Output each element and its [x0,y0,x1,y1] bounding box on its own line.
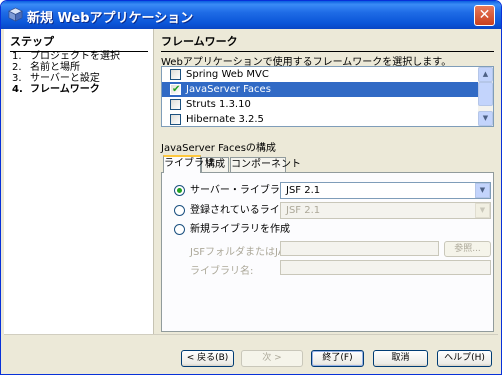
step-number: 1. [12,51,22,62]
step-item: 3. サーバーと設定 [12,73,152,84]
help-button[interactable]: ヘルプ(H) [437,350,492,367]
framework-list[interactable]: Spring Web MVC JavaServer Faces Struts 1… [161,66,494,127]
steps-list: 1. プロジェクトを選択 2. 名前と場所 3. サーバーと設定 4. フレームワーク [12,51,152,95]
button-bar: < 戻る(B) 次 > 終了(F) 取消 ヘルプ(H) [4,334,498,372]
server-library-select[interactable]: JSF 2.1 ▼ [280,182,491,199]
framework-label: Spring Web MVC [186,69,269,80]
close-button[interactable]: ✕ [474,5,495,26]
step-number: 3. [12,73,22,84]
framework-checkbox[interactable] [170,114,181,125]
registered-library-value: JSF 2.1 [286,205,321,216]
steps-header: ステップ [10,33,148,52]
app-cube-icon [8,7,23,22]
library-name-label: ライブラリ名: [190,266,254,277]
framework-checkbox[interactable] [170,69,181,80]
step-number: 4. [12,84,23,95]
framework-item-spring[interactable]: Spring Web MVC [162,67,480,82]
step-item: 2. 名前と場所 [12,62,152,73]
framework-label: Hibernate 3.2.5 [186,114,264,125]
cancel-button[interactable]: 取消 [373,350,428,367]
section-header: フレームワーク [161,33,494,52]
framework-item-jsf[interactable]: JavaServer Faces [162,82,480,97]
framework-checkbox-checked[interactable] [170,82,181,97]
wizard-body: ステップ 1. プロジェクトを選択 2. 名前と場所 3. サーバーと設定 4. フレー… [4,29,498,372]
scroll-down-icon[interactable]: ▼ [478,111,493,126]
main-content: フレームワーク Webアプリケーションで使用するフレームワークを選択します。 S… [159,29,496,334]
scroll-up-icon[interactable]: ▲ [478,67,493,82]
title-bar[interactable]: 新規 Webアプリケーション ✕ [1,1,501,29]
library-tab-panel: サーバー・ライブラリ: JSF 2.1 ▼ 登録されているライブラリ: JSF … [161,172,494,332]
framework-checkbox[interactable] [170,99,181,110]
steps-panel: ステップ 1. プロジェクトを選択 2. 名前と場所 3. サーバーと設定 4. フレー… [4,29,154,334]
step-label: プロジェクトを選択 [30,51,120,62]
step-label: サーバーと設定 [30,73,100,84]
step-label: フレームワーク [30,84,100,95]
tab-components[interactable]: コンポーネント [230,157,301,172]
tab-library[interactable]: ライブラリ [163,155,214,173]
framework-item-hibernate[interactable]: Hibernate 3.2.5 [162,112,480,126]
browse-button[interactable]: 参照... [444,241,491,257]
server-library-radio[interactable] [174,185,185,196]
step-number: 2. [12,62,22,73]
back-button[interactable]: < 戻る(B) [181,350,234,367]
new-library-label: 新規ライブラリを作成 [190,224,290,235]
framework-list-scrollbar[interactable]: ▲ ▼ [478,67,493,126]
next-button[interactable]: 次 > [241,350,303,367]
server-library-value: JSF 2.1 [286,185,321,196]
registered-library-select[interactable]: JSF 2.1 ▼ [280,202,491,219]
jar-path-field[interactable] [280,241,439,256]
wizard-window: 新規 Webアプリケーション ✕ ステップ 1. プロジェクトを選択 2. 名前と場… [0,0,502,375]
library-name-field[interactable] [280,260,491,275]
step-item: 1. プロジェクトを選択 [12,51,152,62]
framework-label: JavaServer Faces [186,84,271,95]
finish-button[interactable]: 終了(F) [311,350,364,367]
server-library-label: サーバー・ライブラリ: [190,185,294,196]
registered-library-radio[interactable] [174,205,185,216]
config-title: JavaServer Facesの構成 [161,143,276,154]
chevron-down-icon[interactable]: ▼ [475,203,490,218]
new-library-radio[interactable] [174,224,185,235]
framework-label: Struts 1.3.10 [186,99,251,110]
scroll-thumb[interactable] [478,82,493,106]
window-title: 新規 Webアプリケーション [27,11,194,26]
step-item-active: 4. フレームワーク [12,84,152,95]
jar-label: JSFフォルダまたはJAR: [190,247,295,258]
close-icon: ✕ [478,7,491,23]
chevron-down-icon[interactable]: ▼ [475,183,490,198]
framework-item-struts[interactable]: Struts 1.3.10 [162,97,480,112]
step-label: 名前と場所 [30,62,80,73]
